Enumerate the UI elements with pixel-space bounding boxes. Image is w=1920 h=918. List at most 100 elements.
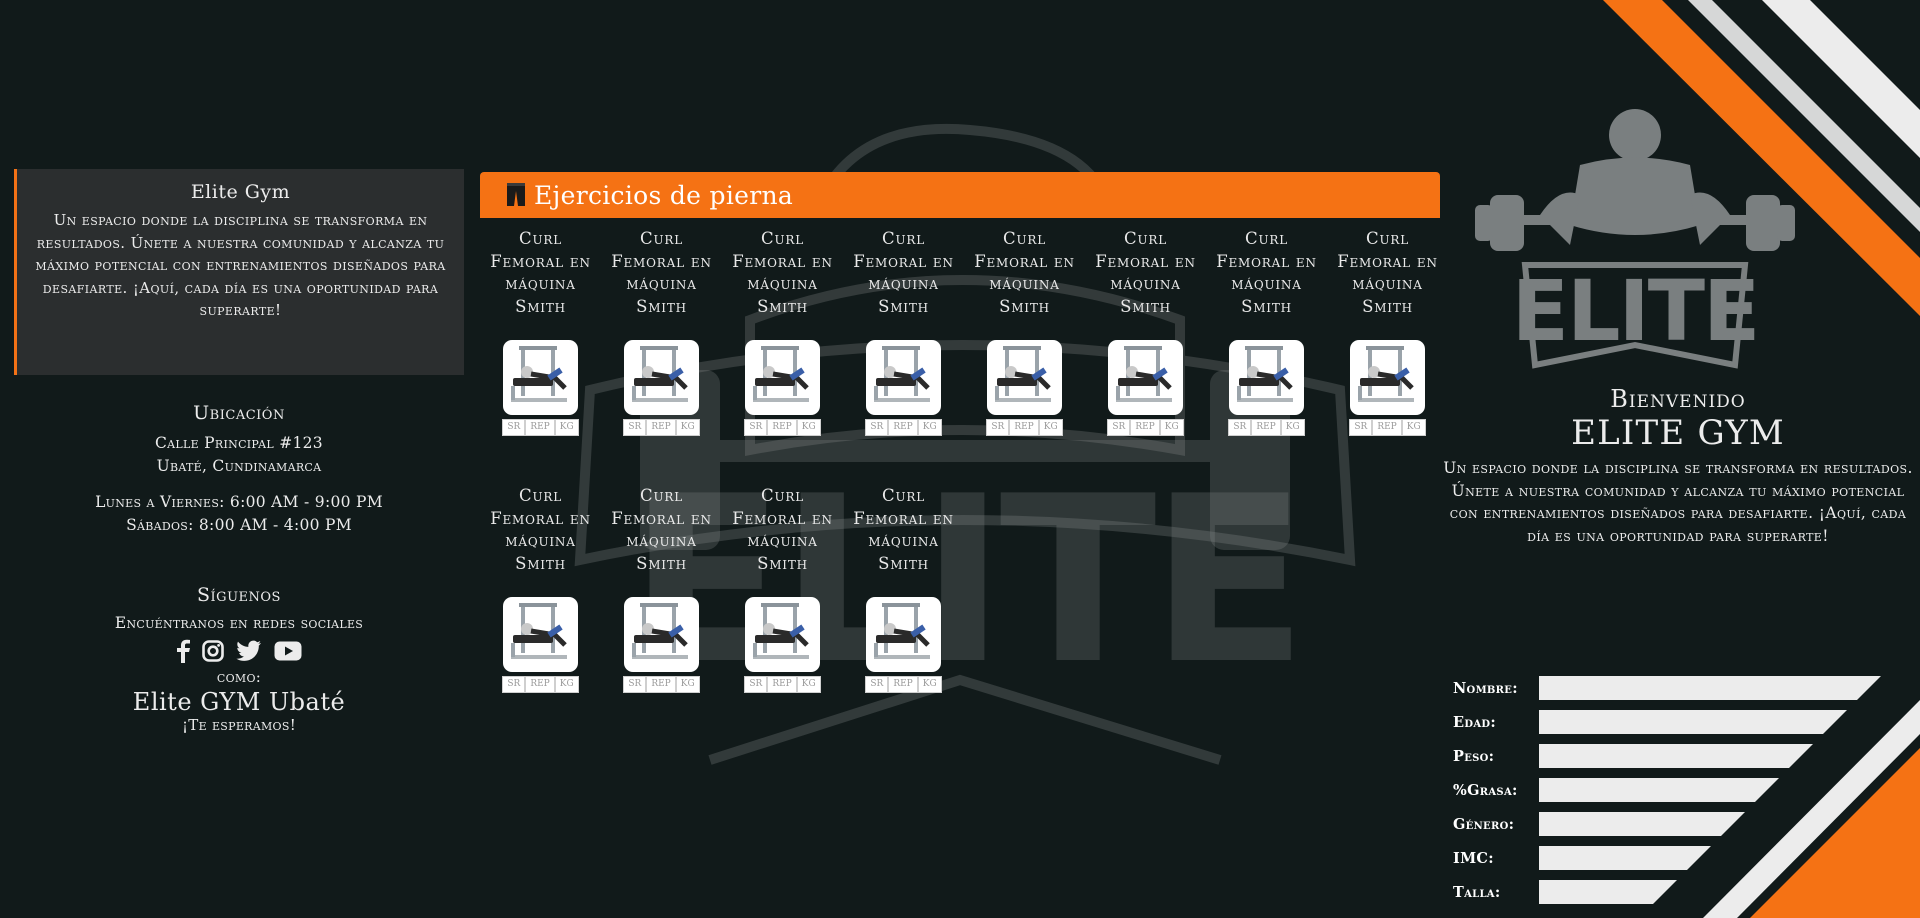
- exercise-image[interactable]: [503, 340, 578, 415]
- exercise-card[interactable]: Curl Femoral en máquina Smith SR REP KG: [964, 228, 1085, 436]
- exercise-image[interactable]: [866, 340, 941, 415]
- welcome-section: Bienvenido ELITE GYM Un espacio donde la…: [1436, 385, 1920, 547]
- address-street: Calle Principal #123: [155, 434, 323, 452]
- rep-input[interactable]: REP: [888, 419, 918, 436]
- sr-input[interactable]: SR: [502, 676, 526, 693]
- rep-input[interactable]: REP: [767, 419, 797, 436]
- kg-input[interactable]: KG: [917, 676, 942, 693]
- kg-input[interactable]: KG: [675, 419, 700, 436]
- kg-input[interactable]: KG: [1038, 419, 1063, 436]
- exercise-inputs: SR REP KG: [1327, 419, 1448, 436]
- rep-input[interactable]: REP: [525, 419, 555, 436]
- rep-input[interactable]: REP: [1130, 419, 1160, 436]
- kg-input[interactable]: KG: [1401, 419, 1426, 436]
- rep-input[interactable]: REP: [646, 419, 676, 436]
- exercise-inputs: SR REP KG: [1206, 419, 1327, 436]
- exercise-image[interactable]: [624, 597, 699, 672]
- sr-input[interactable]: SR: [865, 419, 889, 436]
- elite-logo: ELITE: [1475, 109, 1795, 369]
- welcome-greeting: Bienvenido: [1610, 385, 1746, 413]
- exercise-card[interactable]: Curl Femoral en máquina Smith SR REP KG: [843, 228, 964, 436]
- sr-input[interactable]: SR: [1349, 419, 1373, 436]
- form-input[interactable]: [1539, 880, 1677, 904]
- kg-input[interactable]: KG: [1159, 419, 1184, 436]
- exercise-machine-icon: [511, 346, 567, 402]
- about-card: Elite Gym Un espacio donde la disciplina…: [14, 169, 464, 375]
- welcome-text: Un espacio donde la disciplina se transf…: [1443, 459, 1913, 545]
- kg-input[interactable]: KG: [675, 676, 700, 693]
- kg-input[interactable]: KG: [554, 419, 579, 436]
- form-input[interactable]: [1539, 710, 1847, 734]
- exercise-card[interactable]: Curl Femoral en máquina Smith SR REP KG: [601, 485, 722, 693]
- exercise-card[interactable]: Curl Femoral en máquina Smith SR REP KG: [480, 228, 601, 436]
- rep-input[interactable]: REP: [1372, 419, 1402, 436]
- sr-input[interactable]: SR: [1228, 419, 1252, 436]
- exercise-image[interactable]: [1108, 340, 1183, 415]
- social-title: Síguenos: [197, 584, 281, 606]
- sr-input[interactable]: SR: [744, 419, 768, 436]
- instagram-icon[interactable]: [202, 640, 224, 662]
- exercise-inputs: SR REP KG: [843, 676, 964, 693]
- kg-input[interactable]: KG: [796, 676, 821, 693]
- exercise-inputs: SR REP KG: [601, 676, 722, 693]
- form-label: Edad:: [1453, 714, 1497, 731]
- sr-input[interactable]: SR: [865, 676, 889, 693]
- form-label: %Grasa:: [1453, 782, 1518, 799]
- exercise-card[interactable]: Curl Femoral en máquina Smith SR REP KG: [722, 228, 843, 436]
- location-section: Ubicación Calle Principal #123 Ubaté, Cu…: [14, 402, 464, 537]
- rep-input[interactable]: REP: [1009, 419, 1039, 436]
- kg-input[interactable]: KG: [796, 419, 821, 436]
- address-city: Ubaté, Cundinamarca: [156, 457, 322, 475]
- sr-input[interactable]: SR: [623, 676, 647, 693]
- exercise-image[interactable]: [624, 340, 699, 415]
- rep-input[interactable]: REP: [767, 676, 797, 693]
- exercise-machine-icon: [1358, 346, 1414, 402]
- exercise-machine-icon: [995, 346, 1051, 402]
- exercise-image[interactable]: [987, 340, 1062, 415]
- sr-input[interactable]: SR: [744, 676, 768, 693]
- form-input[interactable]: [1539, 846, 1711, 870]
- exercise-image[interactable]: [866, 597, 941, 672]
- exercise-image[interactable]: [1350, 340, 1425, 415]
- sr-input[interactable]: SR: [1107, 419, 1131, 436]
- twitter-icon[interactable]: [236, 640, 262, 662]
- panel-header: Ejercicios de pierna: [480, 172, 1440, 218]
- kg-input[interactable]: KG: [554, 676, 579, 693]
- sr-input[interactable]: SR: [502, 419, 526, 436]
- exercise-card[interactable]: Curl Femoral en máquina Smith SR REP KG: [480, 485, 601, 693]
- rep-input[interactable]: REP: [646, 676, 676, 693]
- logo-text: ELITE: [1512, 262, 1759, 360]
- social-section: Síguenos Encuéntranos en redes sociales …: [14, 584, 464, 734]
- exercise-inputs: SR REP KG: [964, 419, 1085, 436]
- form-label: IMC:: [1453, 850, 1494, 867]
- exercise-card[interactable]: Curl Femoral en máquina Smith SR REP KG: [1085, 228, 1206, 436]
- kg-input[interactable]: KG: [1280, 419, 1305, 436]
- form-input[interactable]: [1539, 676, 1881, 700]
- exercise-image[interactable]: [503, 597, 578, 672]
- welcome-brand: ELITE GYM: [1571, 413, 1785, 453]
- about-title: Elite Gym: [190, 181, 291, 203]
- exercise-card[interactable]: Curl Femoral en máquina Smith SR REP KG: [1327, 228, 1448, 436]
- form-input[interactable]: [1539, 778, 1779, 802]
- rep-input[interactable]: REP: [888, 676, 918, 693]
- sr-input[interactable]: SR: [986, 419, 1010, 436]
- exercise-image[interactable]: [745, 340, 820, 415]
- exercise-image[interactable]: [745, 597, 820, 672]
- exercise-card[interactable]: Curl Femoral en máquina Smith SR REP KG: [1206, 228, 1327, 436]
- exercise-name: Curl Femoral en máquina Smith: [611, 486, 712, 573]
- exercise-machine-icon: [511, 603, 567, 659]
- form-input[interactable]: [1539, 744, 1813, 768]
- youtube-icon[interactable]: [274, 641, 302, 661]
- rep-input[interactable]: REP: [525, 676, 555, 693]
- rep-input[interactable]: REP: [1251, 419, 1281, 436]
- form-input[interactable]: [1539, 812, 1745, 836]
- panel-title: Ejercicios de pierna: [534, 180, 794, 210]
- kg-input[interactable]: KG: [917, 419, 942, 436]
- exercise-card[interactable]: Curl Femoral en máquina Smith SR REP KG: [722, 485, 843, 693]
- exercise-image[interactable]: [1229, 340, 1304, 415]
- exercise-card[interactable]: Curl Femoral en máquina Smith SR REP KG: [843, 485, 964, 693]
- facebook-icon[interactable]: [176, 639, 190, 663]
- about-text: Un espacio donde la disciplina se transf…: [35, 211, 446, 319]
- exercise-card[interactable]: Curl Femoral en máquina Smith SR REP KG: [601, 228, 722, 436]
- sr-input[interactable]: SR: [623, 419, 647, 436]
